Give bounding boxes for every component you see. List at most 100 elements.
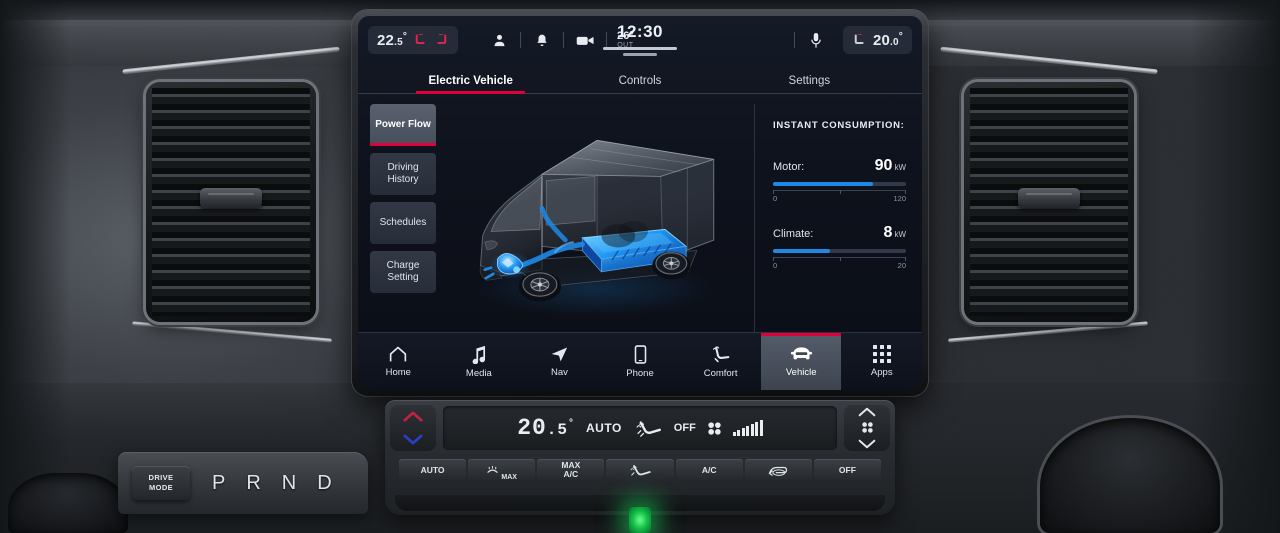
climate-bar-track (773, 249, 906, 253)
nav-item-home[interactable]: Home (358, 333, 439, 390)
climate-header: Climate: 8 kW (773, 224, 906, 242)
nav-item-media[interactable]: Media (439, 333, 520, 390)
climate-axis-max: 20 (897, 261, 906, 270)
nav-label-vehicle: Vehicle (785, 366, 817, 378)
sidebar-item-schedules[interactable]: Schedules (370, 202, 436, 244)
motor-label: Motor: (773, 161, 805, 173)
console-cubby-left (8, 473, 128, 533)
apps-grid-icon (872, 345, 891, 363)
drive-mode-line1: DRIVE (148, 472, 174, 482)
fan-speed-indicator (732, 420, 763, 436)
air-vent-left[interactable] (146, 82, 316, 322)
airflow-direction-icon (636, 421, 661, 437)
charging-indicator-led (629, 507, 651, 533)
nav-item-phone[interactable]: Phone (600, 333, 681, 390)
sidebar-item-power-flow[interactable]: Power Flow (370, 104, 436, 146)
phone-icon (634, 344, 646, 364)
climate-button-max-ac[interactable]: MAX A/C (537, 459, 605, 481)
seat-heat-passenger-icon[interactable] (852, 33, 867, 48)
air-vent-knob-right[interactable] (1018, 187, 1080, 208)
climate-temperature-value: 20.5° (517, 415, 576, 441)
camera-icon[interactable] (568, 34, 602, 47)
nav-item-vehicle[interactable]: Vehicle (760, 333, 842, 390)
climate-label: Climate: (773, 228, 814, 240)
driver-temperature-chip[interactable]: 22.5° (368, 26, 459, 54)
gear-r[interactable]: R (246, 472, 261, 495)
nav-label-phone: Phone (626, 367, 654, 379)
motor-header: Motor: 90 kW (773, 157, 906, 175)
climate-button-ac[interactable]: A/C (675, 459, 743, 481)
electric-van-xray-illustration (436, 104, 754, 340)
comfort-seat-icon (713, 345, 730, 362)
nav-item-apps[interactable]: Apps (841, 333, 922, 390)
climate-value: 8 kW (883, 224, 906, 241)
sidebar-item-driving-history[interactable]: Driving History (370, 153, 436, 195)
climate-button-max-defrost[interactable]: MAX (468, 459, 536, 481)
climate-auto-indicator: AUTO (586, 421, 622, 435)
climate-top-row: 20.5° AUTO OFF (385, 400, 895, 456)
microphone-icon[interactable] (799, 32, 833, 49)
sidebar-item-charge-setting[interactable]: Charge Setting (370, 251, 436, 293)
ev-sidebar: Power Flow Driving History Schedules Cha… (358, 104, 436, 340)
car-front-icon (790, 346, 812, 359)
air-vent-right[interactable] (964, 82, 1134, 322)
sidebar-label-charge-setting: Charge Setting (386, 260, 420, 283)
air-vent-knob-left[interactable] (200, 187, 262, 208)
gear-p[interactable]: P (212, 472, 226, 495)
tab-controls[interactable]: Controls (555, 75, 724, 93)
fan-up-arrow-icon[interactable] (844, 405, 890, 418)
profile-icon[interactable] (482, 33, 516, 48)
consumption-row-motor: Motor: 90 kW 0 120 (773, 157, 906, 203)
nav-item-comfort[interactable]: Comfort (680, 333, 761, 390)
home-icon (390, 346, 407, 362)
fan-down-arrow-icon[interactable] (844, 438, 890, 451)
main-content: Power Flow Driving History Schedules Cha… (358, 94, 922, 340)
climate-button-row: AUTO MAX MAX A/C A/C OFF (385, 456, 895, 484)
passenger-temperature-chip[interactable]: 20.0° (842, 26, 912, 54)
clock-underline-secondary (623, 53, 657, 56)
tab-electric-vehicle[interactable]: Electric Vehicle (386, 75, 555, 94)
drive-mode-line2: MODE (148, 483, 174, 492)
temp-down-arrow-icon[interactable] (390, 430, 436, 450)
nav-label-home: Home (385, 367, 411, 378)
motor-axis-min: 0 (773, 194, 778, 203)
seat-heat-left-icon[interactable] (413, 33, 428, 48)
status-divider-1 (520, 32, 522, 48)
motor-bar-track (773, 182, 906, 186)
clock-time: 12:30 (617, 22, 663, 41)
climate-off-indicator: OFF (673, 422, 696, 434)
driver-temp-rocker[interactable] (390, 405, 436, 451)
rear-defrost-icon (487, 465, 499, 473)
navigation-arrow-icon (552, 347, 568, 362)
fan-icon (708, 421, 721, 435)
status-bar-right-group: 20.0° (790, 26, 912, 54)
status-bar: 22.5° 26° OUT 12:30 20.0° (358, 16, 922, 64)
climate-axis-min: 0 (773, 261, 778, 270)
music-note-icon (472, 345, 485, 364)
drive-mode-button[interactable]: DRIVE MODE (132, 466, 190, 500)
consumption-row-climate: Climate: 8 kW 0 20 (773, 224, 906, 270)
gear-selector-panel: DRIVE MODE P R N D (118, 452, 368, 514)
climate-button-auto[interactable]: AUTO (399, 459, 467, 481)
climate-button-off[interactable]: OFF (813, 459, 881, 481)
motor-value: 90 kW (874, 157, 906, 174)
dashboard-left-shadow (0, 0, 70, 533)
status-divider-2 (563, 32, 565, 48)
seat-heat-right-icon[interactable] (434, 33, 449, 48)
motor-axis-max: 120 (893, 194, 906, 203)
gear-d[interactable]: D (317, 472, 332, 495)
climate-button-recirculation[interactable] (744, 459, 812, 481)
motor-unit: kW (894, 163, 906, 172)
climate-button-max-ac-label: MAX A/C (561, 460, 581, 479)
sidebar-label-schedules: Schedules (379, 217, 427, 228)
tab-settings[interactable]: Settings (725, 75, 894, 93)
temp-up-arrow-icon[interactable] (390, 407, 436, 427)
gear-n[interactable]: N (282, 472, 297, 495)
motor-bar-fill (773, 182, 873, 186)
infotainment-bezel: 22.5° 26° OUT 12:30 20.0° Electric Vehic… (352, 10, 928, 396)
notification-bell-icon[interactable] (525, 33, 559, 48)
instant-consumption-panel: INSTANT CONSUMPTION: Motor: 90 kW 0 120 C… (754, 104, 922, 340)
climate-button-airflow[interactable] (606, 459, 674, 481)
fan-speed-rocker[interactable] (844, 405, 890, 451)
nav-item-nav[interactable]: Nav (519, 333, 600, 390)
